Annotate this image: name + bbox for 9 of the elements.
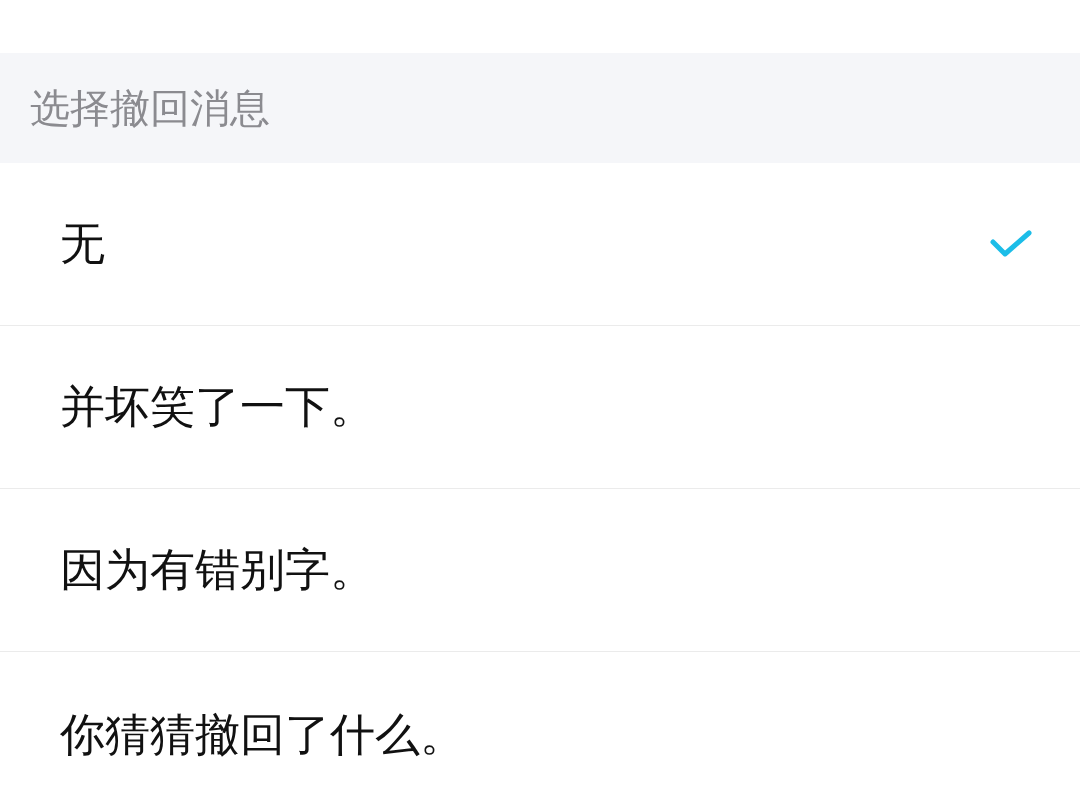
- option-label: 因为有错别字。: [60, 542, 375, 598]
- option-label: 你猜猜撤回了什么。: [60, 706, 465, 763]
- option-item[interactable]: 因为有错别字。: [0, 489, 1080, 652]
- option-label: 无: [60, 216, 105, 272]
- section-title: 选择撤回消息: [30, 83, 270, 133]
- option-item[interactable]: 并坏笑了一下。: [0, 326, 1080, 489]
- option-item[interactable]: 无: [0, 163, 1080, 326]
- option-item[interactable]: 你猜猜撤回了什么。: [0, 652, 1080, 797]
- option-label: 并坏笑了一下。: [60, 379, 375, 435]
